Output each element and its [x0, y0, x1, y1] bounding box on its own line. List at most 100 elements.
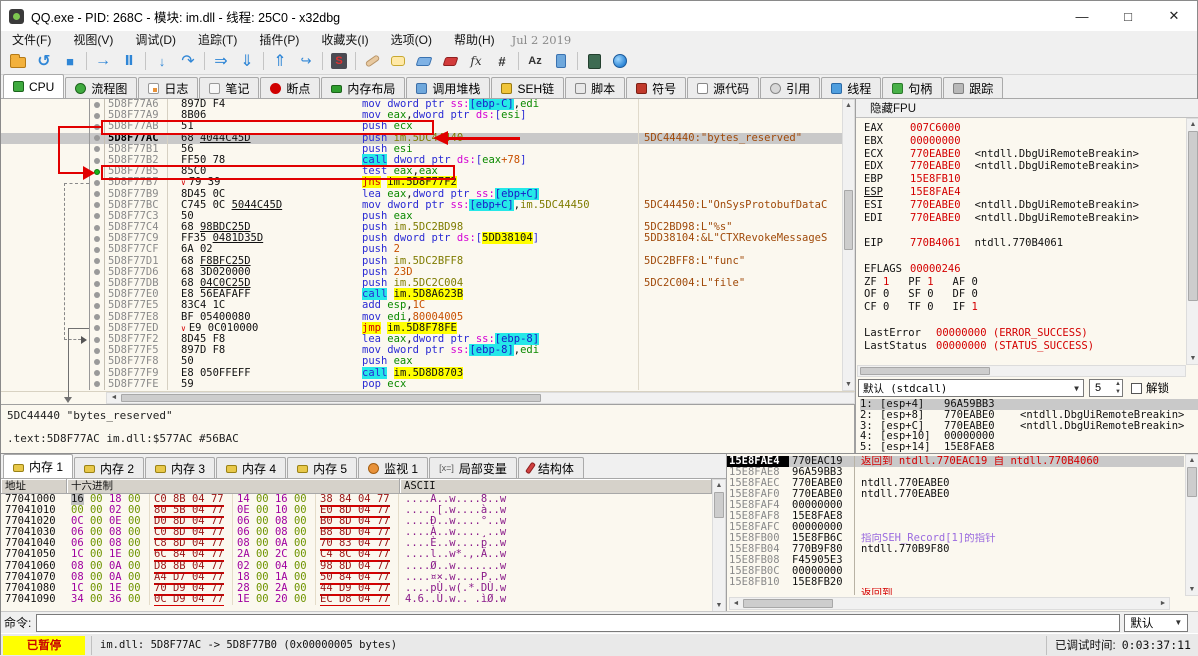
menu-item-debug[interactable]: 调试(D) — [124, 31, 187, 48]
arg-count-stepper[interactable]: 5 ▲ ▼ — [1089, 379, 1123, 397]
menu-item-options[interactable]: 选项(O) — [380, 31, 443, 48]
tab-dump3[interactable]: 内存 3 — [145, 457, 216, 478]
scroll-down-icon[interactable]: ▼ — [1186, 584, 1198, 595]
back-to-user-button[interactable]: ↪ — [294, 50, 318, 72]
disasm-horizontal-scrollbar[interactable]: ◄ — [106, 392, 855, 404]
stack-row[interactable]: 返回到 — [727, 588, 1184, 595]
tab-references[interactable]: 引用 — [760, 77, 821, 98]
menu-item-plugins[interactable]: 插件(P) — [248, 31, 310, 48]
dump-row[interactable]: 77041050 1C 00 1E 00 6C 84 04 77 2A 00 2C 0… — [1, 548, 712, 563]
register-row[interactable]: ESI 770EABE0 <ntdll.DbgUiRemoteBreakin> — [864, 199, 1186, 212]
argument-row[interactable]: 5: [esp+14] 15E8FAE8 — [860, 442, 1198, 453]
hide-fpu-button[interactable]: 隐藏FPU — [856, 99, 1198, 118]
flags-row[interactable]: ZF 1 PF 1 AF 0 — [864, 276, 1186, 289]
tab-cpu[interactable]: CPU — [3, 74, 65, 98]
open-file-button[interactable] — [6, 50, 30, 72]
tab-call-stack[interactable]: 调用堆栈 — [406, 77, 491, 98]
pause-button[interactable]: Ⅱ — [117, 50, 141, 72]
scroll-down-icon[interactable]: ▼ — [713, 600, 725, 611]
unlock-checkbox[interactable] — [1131, 382, 1142, 394]
tab-locals[interactable]: [x=] 局部变量 — [429, 457, 517, 478]
stack-horizontal-scrollbar[interactable]: ◄ ► — [729, 597, 1170, 610]
dump-row[interactable]: 77041060 08 00 0A 00 D8 8B 04 77 02 00 04 0… — [1, 559, 712, 574]
command-input[interactable] — [36, 613, 1121, 632]
calling-convention-select[interactable]: 默认 (stdcall) ▼ — [858, 379, 1084, 397]
calculator-button[interactable] — [582, 50, 606, 72]
menu-item-trace[interactable]: 追踪(T) — [187, 31, 248, 48]
tab-symbols[interactable]: 符号 — [626, 77, 687, 98]
dump-vertical-scrollbar[interactable]: ▲ ▼ — [712, 479, 726, 612]
tab-watch1[interactable]: 监视 1 — [358, 457, 429, 478]
register-row-eip[interactable]: EIP 770B4061 ntdll.770B4061 — [864, 237, 1186, 250]
registers-vertical-scrollbar[interactable]: ▲ ▼ — [1186, 118, 1198, 365]
register-row[interactable]: EAX 007C6000 — [864, 122, 1186, 135]
close-button[interactable]: ✕ — [1151, 1, 1197, 31]
step-over-button[interactable]: ↷ — [176, 50, 200, 72]
functions-button[interactable]: fx — [464, 50, 488, 72]
stack-vertical-scrollbar[interactable]: ▲ ▼ — [1185, 454, 1198, 596]
tab-notes[interactable]: 笔记 — [199, 77, 260, 98]
disasm-vertical-scrollbar[interactable]: ▲ ▼ — [842, 99, 855, 391]
scroll-right-icon[interactable]: ► — [1158, 598, 1168, 609]
register-row[interactable]: EBP 15E8FB10 — [864, 173, 1186, 186]
tab-log[interactable]: 日志 — [138, 77, 199, 98]
scylla-button[interactable]: S — [327, 50, 351, 72]
register-row[interactable]: ESP 15E8FAE4 — [864, 186, 1186, 199]
bookmarks-button[interactable] — [438, 50, 462, 72]
command-script-select[interactable]: 默认 ▼ — [1124, 613, 1189, 632]
tab-handles[interactable]: 句柄 — [882, 77, 943, 98]
scroll-left-icon[interactable]: ◄ — [731, 598, 741, 609]
tab-seh[interactable]: SEH链 — [491, 77, 565, 98]
breakpoint-dot-icon[interactable] — [94, 168, 100, 175]
stepper-arrows-icon[interactable]: ▲ ▼ — [1115, 380, 1121, 396]
stack-row[interactable]: 15E8FB10 15E8FB20 — [727, 577, 1184, 588]
stack-rows[interactable]: 15E8FAE4 770EAC19 返回到 ntdll.770EAC19 自 ntd… — [727, 456, 1184, 595]
register-row[interactable]: EBX 00000000 — [864, 135, 1186, 148]
stop-button[interactable]: ■ — [58, 50, 82, 72]
scroll-left-icon[interactable]: ◄ — [109, 393, 119, 403]
scroll-up-icon[interactable]: ▲ — [843, 100, 854, 111]
patches-button[interactable] — [360, 50, 384, 72]
tab-memory-map[interactable]: 内存布局 — [321, 77, 406, 98]
tab-source[interactable]: 源代码 — [687, 77, 760, 98]
registers-horizontal-scrollbar[interactable] — [857, 365, 1186, 377]
menu-item-favourites[interactable]: 收藏夹(I) — [310, 31, 379, 48]
tab-struct[interactable]: 结构体 — [517, 457, 584, 478]
hash-button[interactable]: # — [490, 50, 514, 72]
step-out-button[interactable]: ⇓ — [235, 50, 259, 72]
strings-button[interactable]: Az — [523, 50, 547, 72]
dump-rows[interactable]: 77041000 16 00 18 00 C0 8B 04 77 14 00 16 0… — [1, 494, 712, 606]
run-to-user-button[interactable]: ⇒ — [209, 50, 233, 72]
arguments-panel[interactable]: 1: [esp+4] 96A59BB3 2: [esp+8] 770EABE0 <ntdll… — [856, 399, 1198, 453]
tab-dump2[interactable]: 内存 2 — [74, 457, 145, 478]
comments-button[interactable] — [386, 50, 410, 72]
register-row[interactable]: ECX 770EABE0 <ntdll.DbgUiRemoteBreakin> — [864, 148, 1186, 161]
attach-button[interactable] — [549, 50, 573, 72]
tab-dump5[interactable]: 内存 5 — [287, 457, 358, 478]
step-into-button[interactable]: ↓ — [150, 50, 174, 72]
tab-script[interactable]: 脚本 — [565, 77, 626, 98]
tab-breakpoints[interactable]: 断点 — [260, 77, 321, 98]
register-list[interactable]: EAX 007C6000 EBX 00000000 ECX 770EABE0 <ntdll.… — [856, 118, 1186, 365]
menu-item-help[interactable]: 帮助(H) — [443, 31, 506, 48]
globe-button[interactable] — [608, 50, 632, 72]
menu-item-view[interactable]: 视图(V) — [62, 31, 124, 48]
menu-item-file[interactable]: 文件(F) — [1, 31, 62, 48]
execute-till-return-button[interactable]: ⇑ — [268, 50, 292, 72]
minimize-button[interactable]: — — [1059, 1, 1105, 31]
scroll-down-icon[interactable]: ▼ — [1187, 353, 1198, 364]
disasm-row[interactable]: 5D8F77F9 E8 050FFEFF call im.5D8D8703 — [1, 366, 842, 379]
tab-dump4[interactable]: 内存 4 — [216, 457, 287, 478]
tab-trace[interactable]: 跟踪 — [943, 77, 1004, 98]
register-row[interactable]: EDI 770EABE0 <ntdll.DbgUiRemoteBreakin> — [864, 212, 1186, 225]
disassembly-panel[interactable]: 5D8F77A6 897D F4 mov dword ptr ss:[ebp-C],… — [1, 99, 842, 391]
register-row[interactable]: EDX 770EABE0 <ntdll.DbgUiRemoteBreakin> — [864, 160, 1186, 173]
tab-threads[interactable]: 线程 — [821, 77, 882, 98]
flags-row[interactable]: OF 0 SF 0 DF 0 — [864, 288, 1186, 301]
tab-graph[interactable]: 流程图 — [65, 77, 138, 98]
eflags-row[interactable]: EFLAGS 00000246 — [864, 263, 1186, 276]
scroll-up-icon[interactable]: ▲ — [1186, 455, 1198, 466]
maximize-button[interactable]: □ — [1105, 1, 1151, 31]
dump-row[interactable]: 77041090 34 00 36 00 0C D9 04 77 1E 00 20 0… — [1, 592, 712, 606]
disasm-row[interactable]: 5D8F77FE 59 pop ecx — [1, 378, 842, 390]
